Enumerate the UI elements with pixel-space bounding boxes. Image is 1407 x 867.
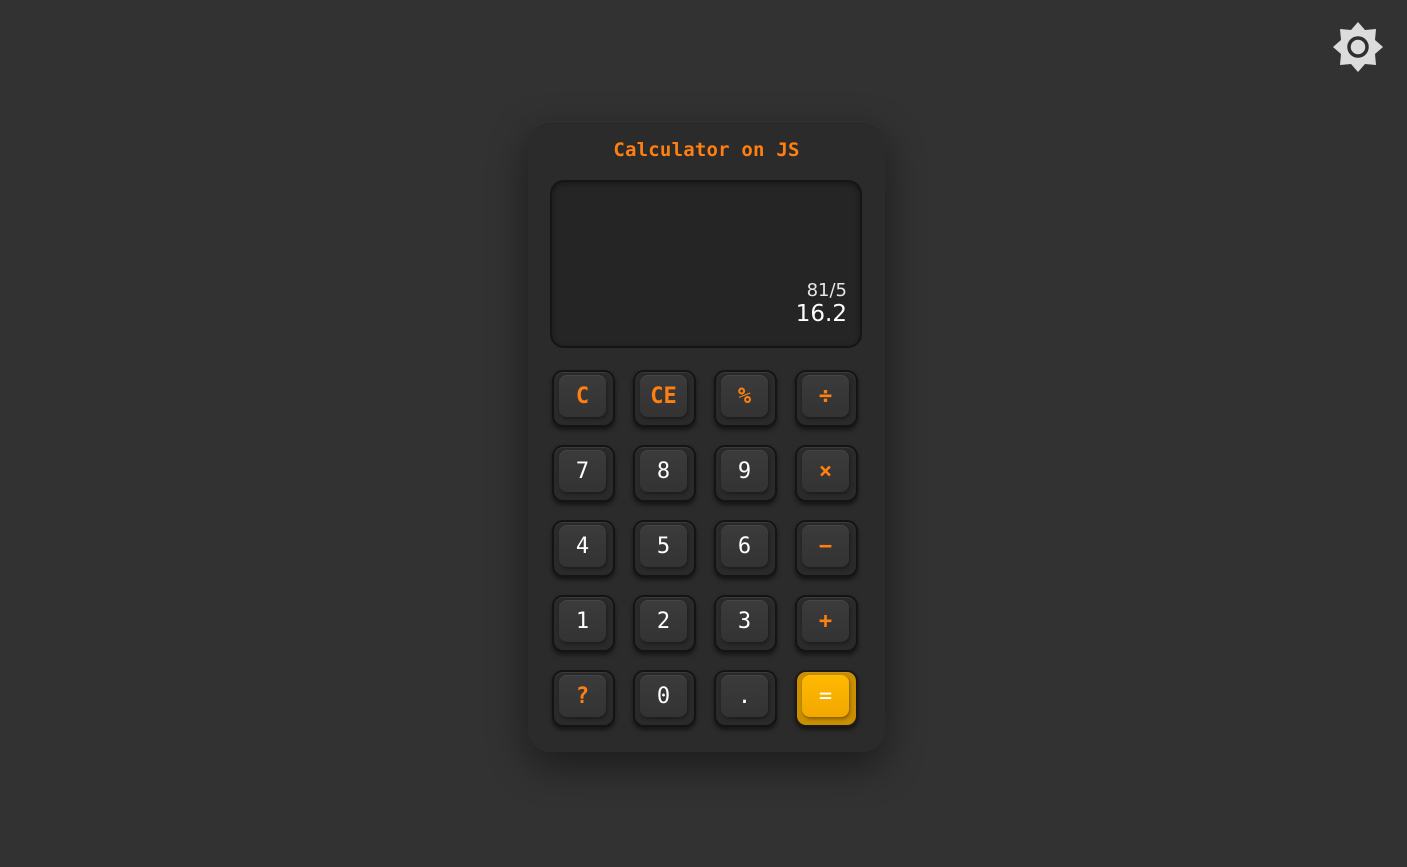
multiply-button[interactable]: × <box>795 445 858 502</box>
key-label: 5 <box>640 525 687 567</box>
key-label: 0 <box>640 675 687 717</box>
key-label: 7 <box>559 450 606 492</box>
key-label: − <box>802 525 849 567</box>
digit-1-button[interactable]: 1 <box>552 595 615 652</box>
key-label: CE <box>640 375 687 417</box>
digit-8-button[interactable]: 8 <box>633 445 696 502</box>
key-label: 1 <box>559 600 606 642</box>
key-label: ÷ <box>802 375 849 417</box>
equals-button[interactable]: = <box>795 670 858 727</box>
digit-9-button[interactable]: 9 <box>714 445 777 502</box>
keypad: C CE% ÷ 7 8 9 × 4 5 6− 1 2 3 +? 0. = <box>552 370 862 728</box>
digit-0-button[interactable]: 0 <box>633 670 696 727</box>
key-label: % <box>721 375 768 417</box>
percent-button[interactable]: % <box>714 370 777 427</box>
key-label: 6 <box>721 525 768 567</box>
key-label: 9 <box>721 450 768 492</box>
clear-button[interactable]: C <box>552 370 615 427</box>
digit-2-button[interactable]: 2 <box>633 595 696 652</box>
add-button[interactable]: + <box>795 595 858 652</box>
key-label: ? <box>559 675 606 717</box>
display-result: 16.2 <box>795 301 847 327</box>
display-expression: 81/5 <box>806 280 847 301</box>
decimal-button[interactable]: . <box>714 670 777 727</box>
key-label: C <box>559 375 606 417</box>
digit-6-button[interactable]: 6 <box>714 520 777 577</box>
key-label: 4 <box>559 525 606 567</box>
subtract-button[interactable]: − <box>795 520 858 577</box>
help-button[interactable]: ? <box>552 670 615 727</box>
key-label: 2 <box>640 600 687 642</box>
key-label: . <box>721 675 768 717</box>
digit-3-button[interactable]: 3 <box>714 595 777 652</box>
calculator: Calculator on JS 81/5 16.2 C CE% ÷ 7 8 9 × 4 5 6−… <box>528 121 885 752</box>
digit-7-button[interactable]: 7 <box>552 445 615 502</box>
key-label: = <box>802 675 849 717</box>
display-screen: 81/5 16.2 <box>550 180 862 348</box>
key-label: 3 <box>721 600 768 642</box>
theme-toggle-button[interactable] <box>1332 21 1384 73</box>
calculator-title: Calculator on JS <box>613 139 800 161</box>
digit-4-button[interactable]: 4 <box>552 520 615 577</box>
clear-entry-button[interactable]: CE <box>633 370 696 427</box>
digit-5-button[interactable]: 5 <box>633 520 696 577</box>
divide-button[interactable]: ÷ <box>795 370 858 427</box>
key-label: 8 <box>640 450 687 492</box>
key-label: + <box>802 600 849 642</box>
sun-icon <box>1333 22 1383 72</box>
key-label: × <box>802 450 849 492</box>
